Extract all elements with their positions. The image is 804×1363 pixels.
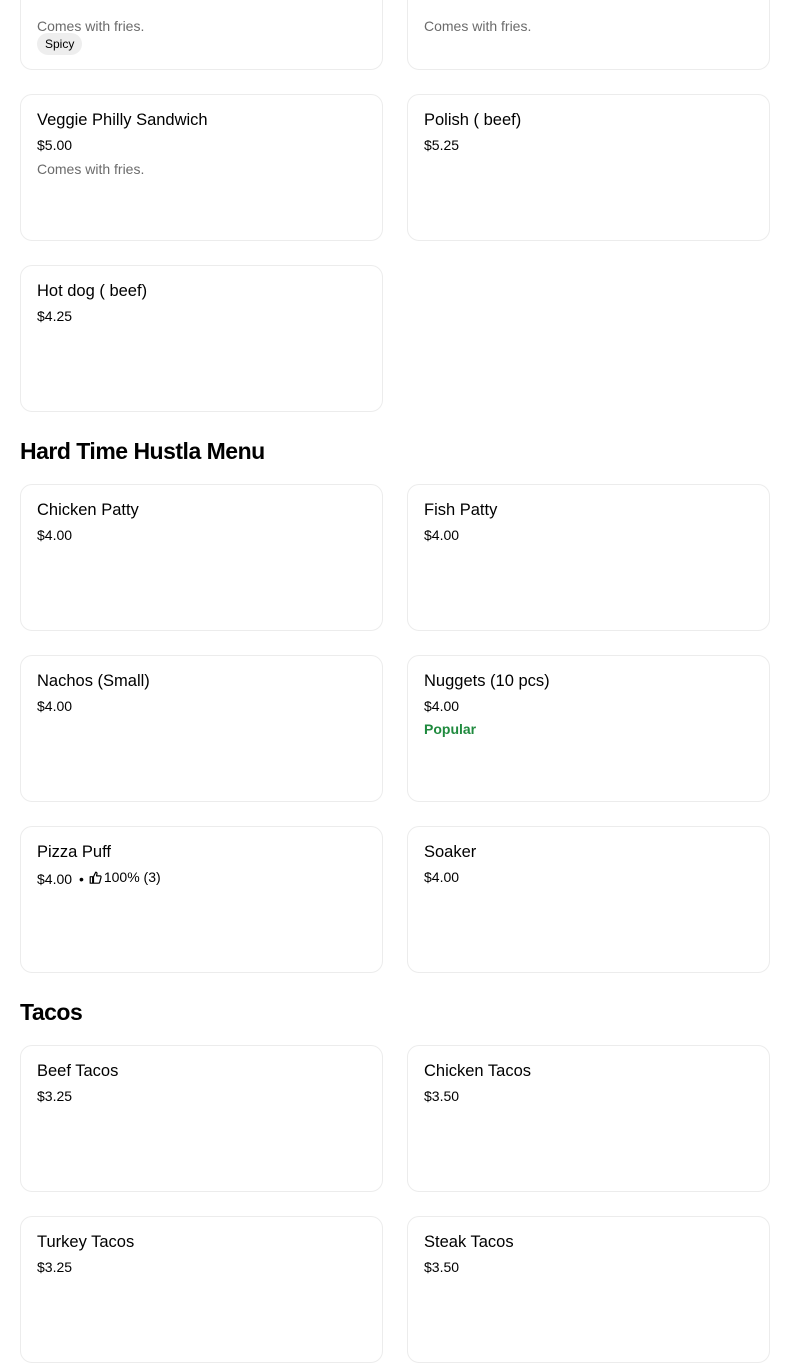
spicy-badge: Spicy [37,33,83,55]
item-price: $4.00 [424,527,460,543]
section-title: Hard Time Hustla Menu [20,438,265,464]
menu-item-card[interactable]: Nachos (Small) $4.00 [20,655,383,802]
menu-item-card[interactable]: Turkey Tacos $3.25 [20,1216,383,1363]
item-name: Chicken Tacos [424,1062,532,1080]
item-price: $3.25 [37,1259,73,1275]
menu-item-card[interactable]: Hot dog ( beef) $4.25 [20,265,383,412]
item-price: $4.00 [37,527,73,543]
item-name: Soaker [424,843,477,861]
item-price-rating-row: $4.00 • 100% (3) [37,869,161,888]
menu-item-card[interactable]: Nuggets (10 pcs) $4.00 Popular [407,655,770,802]
item-name: Hot dog ( beef) [37,282,148,300]
menu-item-card[interactable]: Beef Tacos $3.25 [20,1045,383,1192]
thumbs-up-icon [89,871,102,884]
menu-item-card[interactable]: Chicken Tacos $3.50 [407,1045,770,1192]
item-price: $3.25 [37,1088,73,1104]
menu-item-card[interactable]: Steak Tacos $3.50 [407,1216,770,1363]
item-name: Nachos (Small) [37,672,150,690]
item-price: $3.50 [424,1259,460,1275]
item-name: Beef Tacos [37,1062,119,1080]
item-price: $4.00 [424,869,460,885]
menu-item-card[interactable]: Veggie Philly Sandwich $5.00 Comes with … [20,94,383,241]
item-price: $3.50 [424,1088,460,1104]
item-name: Pizza Puff [37,843,111,861]
separator-dot: • [78,871,84,887]
item-price: $4.00 [37,871,73,887]
item-description: Comes with fries. [37,161,145,177]
item-rating: 100% (3) [87,869,161,886]
item-name: Nuggets (10 pcs) [424,672,550,690]
menu-item-card[interactable]: Comes with fries. [407,0,770,70]
item-name: Turkey Tacos [37,1233,135,1251]
rating-value: 100% (3) [103,869,161,885]
item-price: $5.00 [37,137,73,153]
item-price: $5.25 [424,137,460,153]
popular-tag: Popular [424,721,477,737]
menu-item-card[interactable]: Pizza Puff $4.00 • 100% (3) [20,826,383,973]
item-name: Steak Tacos [424,1233,514,1251]
item-price: $4.25 [37,308,73,324]
menu-item-card[interactable]: Fish Patty $4.00 [407,484,770,631]
item-name: Polish ( beef) [424,111,522,129]
menu-item-card[interactable]: Chicken Patty $4.00 [20,484,383,631]
item-price: $4.00 [37,698,73,714]
item-name: Veggie Philly Sandwich [37,111,208,129]
item-name: Fish Patty [424,501,498,519]
item-name: Chicken Patty [37,501,139,519]
section-title: Tacos [20,999,83,1025]
menu-item-card[interactable]: Polish ( beef) $5.25 [407,94,770,241]
item-description: Comes with fries. [424,18,532,34]
menu-item-card[interactable]: Comes with fries. Spicy [20,0,383,70]
menu-item-card[interactable]: Soaker $4.00 [407,826,770,973]
item-price: $4.00 [424,698,460,714]
